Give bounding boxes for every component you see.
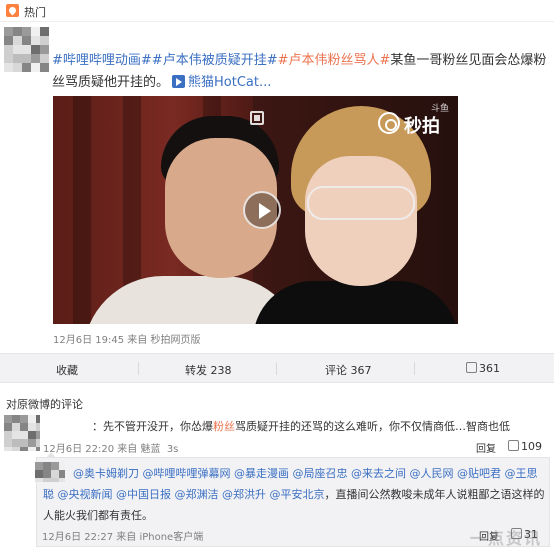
avatar-pixel: [20, 423, 28, 431]
avatar-pixel: [20, 431, 28, 439]
avatar-pixel: [13, 27, 22, 36]
avatar-pixel: [20, 447, 28, 451]
avatar-pixel: [31, 63, 40, 72]
avatar-pixel: [28, 439, 36, 447]
like-button[interactable]: 361: [466, 362, 500, 375]
video-link[interactable]: 熊猫HotCat...: [188, 75, 271, 90]
comment-level: 3s: [166, 444, 179, 455]
avatar-pixel: [28, 431, 36, 439]
comment-source[interactable]: 魅蓝: [140, 444, 160, 455]
avatar-pixel: [28, 423, 36, 431]
avatar-pixel: [4, 415, 12, 423]
avatar-pixel: [36, 423, 40, 431]
avatar-pixel: [31, 27, 40, 36]
avatar-pixel: [40, 63, 49, 72]
divider: [138, 362, 139, 375]
poster-avatar[interactable]: [4, 27, 50, 73]
hot-header: 热门: [0, 0, 554, 22]
avatar-pixel: [28, 415, 36, 423]
miaopai-watermark: 秒拍: [404, 116, 440, 137]
action-bar: 收藏 转发 238 评论 367 361: [0, 353, 554, 383]
divider: [276, 362, 277, 375]
avatar-pixel: [13, 63, 22, 72]
divider: [414, 362, 415, 375]
avatar-pixel: [20, 415, 28, 423]
avatar-pixel: [35, 462, 43, 470]
video-link-icon: [172, 75, 186, 88]
collect-button[interactable]: 收藏: [56, 362, 78, 378]
person-right-glasses: [307, 186, 415, 220]
avatar-pixel: [12, 447, 20, 451]
avatar-pixel: [28, 447, 36, 451]
avatar-pixel: [36, 439, 40, 447]
tag-lubenwei-fans[interactable]: #卢本伟粉丝骂人#: [278, 53, 391, 68]
repost-button[interactable]: 转发 238: [185, 362, 232, 378]
like-count: 361: [479, 362, 500, 375]
comment-time: 12月6日 22:20 来自: [43, 444, 138, 455]
avatar-pixel: [22, 27, 31, 36]
expand-icon[interactable]: [250, 111, 264, 125]
avatar-pixel: [35, 478, 43, 482]
avatar-pixel: [4, 439, 12, 447]
avatar-pixel: [22, 63, 31, 72]
avatar-pixel: [4, 45, 13, 54]
avatar-pixel: [20, 439, 28, 447]
miaopai-logo-icon: [378, 112, 400, 134]
thumbs-up-icon: [508, 440, 519, 451]
avatar-pixel: [36, 447, 40, 451]
avatar-pixel: [35, 470, 43, 478]
video-player[interactable]: 斗鱼 秒拍: [53, 96, 458, 324]
comments-header: 对原微博的评论: [6, 398, 83, 411]
avatar-pixel: [36, 415, 40, 423]
avatar-pixel: [13, 45, 22, 54]
commenter-avatar[interactable]: [4, 415, 40, 451]
post-meta: 12月6日 19:45 来自 秒拍网页版: [53, 335, 201, 346]
hot-label: 热门: [24, 6, 46, 19]
avatar-pixel: [31, 36, 40, 45]
watermark-bottom: 一点资讯: [470, 529, 543, 548]
comment-highlight: 粉丝: [213, 420, 235, 433]
comment-reply-button[interactable]: 回复: [476, 440, 496, 455]
avatar-pixel: [40, 45, 49, 54]
comment-text-prefix: ：先不管开没开，你怂爆: [92, 420, 213, 433]
avatar-pixel: [4, 423, 12, 431]
avatar-pixel: [22, 36, 31, 45]
hot-icon: [6, 4, 19, 17]
avatar-pixel: [4, 63, 13, 72]
curtain-fold: [73, 96, 91, 324]
comment-meta: 12月6日 22:20 来自 魅蓝 3s: [43, 440, 178, 455]
avatar-pixel: [12, 423, 20, 431]
avatar-pixel: [4, 447, 12, 451]
comment-button[interactable]: 评论 367: [325, 362, 372, 378]
avatar-pixel: [31, 54, 40, 63]
avatar-pixel: [22, 45, 31, 54]
avatar-pixel: [4, 27, 13, 36]
comment-like-button[interactable]: 109: [508, 440, 542, 453]
avatar-pixel: [4, 431, 12, 439]
avatar-pixel: [31, 45, 40, 54]
reply-text: @奥卡姆剃刀 @哔哩哔哩弹幕网 @暴走漫画 @局座召忠 @来去之间 @人民网 @…: [43, 463, 545, 526]
tag-lubenwei-cheat[interactable]: #卢本伟被质疑开挂#: [152, 53, 278, 68]
avatar-pixel: [12, 439, 20, 447]
avatar-pixel: [36, 431, 40, 439]
play-icon[interactable]: [243, 191, 281, 229]
comment-text: ：先不管开没开，你怂爆粉丝骂质疑开挂的还骂的这么难听，你不仅情商低…智商也低: [92, 419, 532, 435]
avatar-pixel: [4, 54, 13, 63]
thumbs-up-icon: [466, 362, 477, 373]
avatar-pixel: [40, 36, 49, 45]
avatar-pixel: [40, 54, 49, 63]
avatar-pixel: [13, 54, 22, 63]
post-text: #哔哩哔哩动画##卢本伟被质疑开挂##卢本伟粉丝骂人#某鱼一哥粉丝见面会怂爆粉丝…: [52, 50, 550, 94]
person-right-face: [305, 156, 417, 286]
comment-like-count: 109: [521, 440, 542, 453]
avatar-pixel: [22, 54, 31, 63]
avatar-pixel: [13, 36, 22, 45]
reply-meta: 12月6日 22:27 来自 iPhone客户端: [42, 532, 204, 543]
avatar-pixel: [4, 36, 13, 45]
avatar-pixel: [12, 431, 20, 439]
avatar-pixel: [12, 415, 20, 423]
tag-bilibili[interactable]: #哔哩哔哩动画#: [52, 53, 152, 68]
avatar-pixel: [40, 27, 49, 36]
comment-text-suffix: 骂质疑开挂的还骂的这么难听，你不仅情商低…智商也低: [235, 420, 510, 433]
